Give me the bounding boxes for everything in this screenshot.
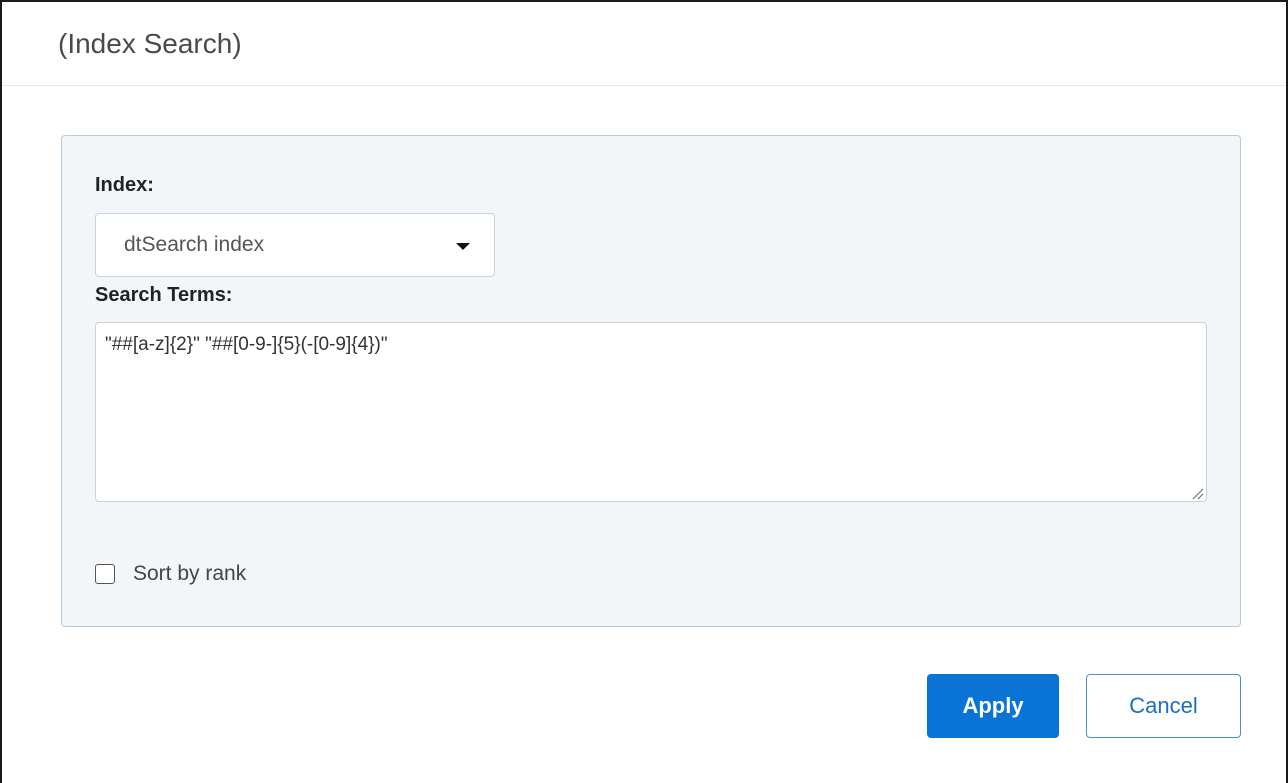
dialog-title: (Index Search) xyxy=(58,28,242,59)
caret-down-icon xyxy=(456,243,470,250)
search-terms-textarea[interactable]: "##[a-z]{2}" "##[0-9-]{5}(-[0-9]{4})" xyxy=(95,322,1207,502)
cancel-button[interactable]: Cancel xyxy=(1086,674,1241,738)
resize-grip-icon[interactable] xyxy=(1190,486,1204,500)
search-terms-label: Search Terms: xyxy=(95,284,233,306)
search-form-panel: Index: dtSearch index Search Terms: "##[… xyxy=(61,135,1241,627)
apply-button[interactable]: Apply xyxy=(927,674,1059,738)
sort-by-rank-label: Sort by rank xyxy=(133,562,247,585)
sort-by-rank-checkbox[interactable] xyxy=(95,564,115,584)
index-label: Index: xyxy=(95,174,154,196)
dialog-header: (Index Search) xyxy=(2,2,1286,86)
index-search-dialog: (Index Search) Index: dtSearch index Sea… xyxy=(0,0,1288,783)
index-select-value: dtSearch index xyxy=(124,233,265,256)
index-select[interactable]: dtSearch index xyxy=(95,213,495,277)
